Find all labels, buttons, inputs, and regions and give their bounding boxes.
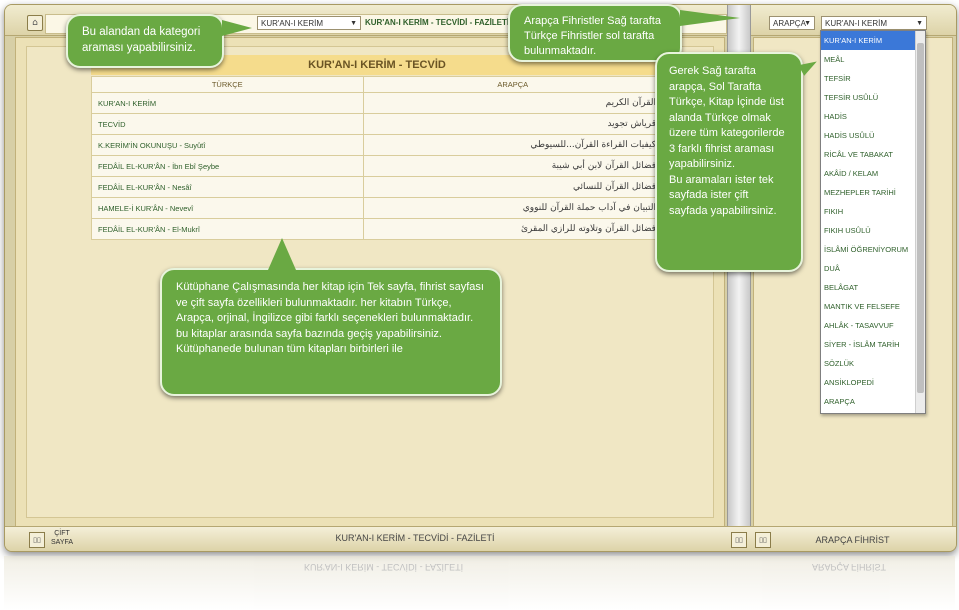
tooltip-text: Arapça Fihristler Sağ tarafta Türkçe Fih…: [524, 15, 661, 57]
row-turkish[interactable]: TECVİD: [91, 113, 364, 135]
dropdown-item[interactable]: DUÂ: [821, 259, 925, 278]
book-title: KUR'AN-I KERİM - TECVİDİ - FAZİLETİ: [365, 18, 510, 27]
dropdown-item[interactable]: SÖZLÜK: [821, 354, 925, 373]
row-arabic[interactable]: القرآن الكريم: [362, 92, 664, 114]
table-row[interactable]: FEDÂİL EL-KUR'ÂN - İbn Ebî Şeybe فضائل ال…: [91, 155, 664, 177]
dropdown-scrollbar[interactable]: [915, 31, 925, 413]
tooltip-text: Kütüphanede bulunan tüm kitapları birbir…: [176, 343, 403, 355]
tooltip-library-features: Kütüphane Çalışmasında her kitap için Te…: [160, 268, 502, 396]
home-icon[interactable]: ⌂: [27, 15, 43, 31]
dropdown-item[interactable]: HADİS USÛLÜ: [821, 126, 925, 145]
dropdown-item[interactable]: AHLÂK - TASAVVUF: [821, 316, 925, 335]
dropdown-items: KUR'AN-I KERİM MEÂL TEFSİR TEFSİR USÛLÜ HADİ…: [821, 31, 925, 411]
row-turkish[interactable]: FEDÂİL EL-KUR'ÂN - El-Mukrî: [91, 218, 364, 240]
table-row[interactable]: FEDÂİL EL-KUR'ÂN - Nesâî فضائل القرآن للن…: [91, 176, 664, 198]
chevron-down-icon: ▼: [916, 20, 923, 27]
row-arabic[interactable]: فضائل القرآن لابن أبي شيبة: [362, 155, 664, 177]
index-table: TÜRKÇE ARAPÇA KUR'AN-I KERİM القرآن الكري…: [91, 76, 664, 240]
table-row[interactable]: FEDÂİL EL-KUR'ÂN - El-Mukrî فضائل القرآن …: [91, 218, 664, 240]
window-reflection: KUR'AN-I KERİM - TECVİDİ - FAZİLETİ ARAP…: [4, 556, 955, 610]
language-select[interactable]: ARAPÇA ▼: [769, 16, 815, 30]
column-header-arabic: ARAPÇA: [362, 76, 664, 93]
tooltip-text: Kütüphane Çalışmasında her kitap için Te…: [176, 281, 484, 340]
category-dropdown-list[interactable]: KUR'AN-I KERİM MEÂL TEFSİR TEFSİR USÛLÜ HADİ…: [820, 30, 926, 414]
dropdown-item[interactable]: TEFSİR USÛLÜ: [821, 88, 925, 107]
page-layout-icon[interactable]: ▯▯: [731, 532, 747, 548]
dropdown-item[interactable]: KUR'AN-I KERİM: [821, 31, 925, 50]
scrollbar-thumb[interactable]: [917, 43, 924, 393]
dropdown-item[interactable]: ANSİKLOPEDİ: [821, 373, 925, 392]
chevron-down-icon: ▼: [804, 20, 811, 27]
dropdown-item[interactable]: SİYER - İSLÂM TARİH: [821, 335, 925, 354]
dropdown-item[interactable]: MEÂL: [821, 50, 925, 69]
row-arabic[interactable]: فضائل القرآن للنسائي: [362, 176, 664, 198]
row-turkish[interactable]: HAMELE-İ KUR'ÂN - Nevevî: [91, 197, 364, 219]
tooltip-index-sides: Arapça Fihristler Sağ tarafta Türkçe Fih…: [508, 4, 682, 62]
category-select-value: KUR'AN-I KERİM: [261, 19, 323, 28]
reflection-title: KUR'AN-I KERİM - TECVİDİ - FAZİLETİ: [304, 562, 464, 572]
row-turkish[interactable]: FEDÂİL EL-KUR'ÂN - Nesâî: [91, 176, 364, 198]
chevron-down-icon: ▼: [350, 20, 357, 27]
dropdown-item[interactable]: İSLÂMİ ÖĞRENİYORUM: [821, 240, 925, 259]
row-arabic[interactable]: التبيان في آداب حملة القرآن للنووي: [362, 197, 664, 219]
tooltip-text: Bu alandan da kategori araması yapabilir…: [82, 26, 201, 54]
double-page-label-1: ÇİFT: [54, 530, 70, 537]
tooltip-category-search: Bu alandan da kategori araması yapabilir…: [66, 14, 224, 68]
dropdown-item[interactable]: BELÂGAT: [821, 278, 925, 297]
right-category-select-value: KUR'AN-I KERİM: [825, 19, 887, 28]
row-turkish[interactable]: K.KERİM'İN OKUNUŞU - Suyûtî: [91, 134, 364, 156]
dropdown-item[interactable]: RİCÂL VE TABAKAT: [821, 145, 925, 164]
tooltip-text: Gerek Sağ tarafta arapça, Sol Tarafta Tü…: [669, 65, 785, 170]
dropdown-item[interactable]: FIKIH: [821, 202, 925, 221]
row-arabic[interactable]: فضائل القرآن وتلاوته للرازي المقرئ: [362, 218, 664, 240]
single-page-icon[interactable]: ▯▯: [29, 532, 45, 548]
row-arabic[interactable]: كيفيات القراءة القرآن...للسيوطي: [362, 134, 664, 156]
tooltip-pointer: [680, 10, 740, 26]
reflection-right-title: ARAPÇA FİHRİST: [812, 562, 887, 572]
column-header-turkish: TÜRKÇE: [91, 76, 364, 93]
double-page-button[interactable]: ÇİFT SAYFA: [51, 529, 73, 547]
dropdown-item[interactable]: MEZHEPLER TARİHİ: [821, 183, 925, 202]
arabic-index-title: ARAPÇA FİHRİST: [815, 535, 890, 545]
bottom-book-title: KUR'AN-I KERİM - TECVİDİ - FAZİLETİ: [335, 533, 495, 543]
tooltip-pointer: [268, 238, 296, 270]
category-select[interactable]: KUR'AN-I KERİM ▼: [257, 16, 361, 30]
double-page-label-2: SAYFA: [51, 539, 74, 546]
right-category-select[interactable]: KUR'AN-I KERİM ▼: [821, 16, 927, 30]
table-row[interactable]: HAMELE-İ KUR'ÂN - Nevevî التبيان في آداب …: [91, 197, 664, 219]
tooltip-text: Bu aramaları ister tek sayfada ister çif…: [669, 173, 777, 217]
tooltip-pointer: [222, 20, 252, 36]
dropdown-item[interactable]: AKÂİD / KELAM: [821, 164, 925, 183]
table-row[interactable]: KUR'AN-I KERİM القرآن الكريم: [91, 92, 664, 114]
dropdown-item[interactable]: HADİS: [821, 107, 925, 126]
tooltip-three-searches: Gerek Sağ tarafta arapça, Sol Tarafta Tü…: [655, 52, 803, 272]
dropdown-item[interactable]: MANTIK VE FELSEFE: [821, 297, 925, 316]
table-row[interactable]: TECVİD قرياش تجويد: [91, 113, 664, 135]
dropdown-item[interactable]: TEFSİR: [821, 69, 925, 88]
table-row[interactable]: K.KERİM'İN OKUNUŞU - Suyûtî كيفيات القراء…: [91, 134, 664, 156]
bottom-toolbar: ▯▯ ÇİFT SAYFA KUR'AN-I KERİM - TECVİDİ -…: [5, 526, 956, 551]
row-turkish[interactable]: FEDÂİL EL-KUR'ÂN - İbn Ebî Şeybe: [91, 155, 364, 177]
dropdown-item[interactable]: FIKIH USÛLÜ: [821, 221, 925, 240]
dropdown-item[interactable]: ARAPÇA: [821, 392, 925, 411]
row-arabic[interactable]: قرياش تجويد: [362, 113, 664, 135]
language-select-value: ARAPÇA: [773, 19, 806, 28]
row-turkish[interactable]: KUR'AN-I KERİM: [91, 92, 364, 114]
